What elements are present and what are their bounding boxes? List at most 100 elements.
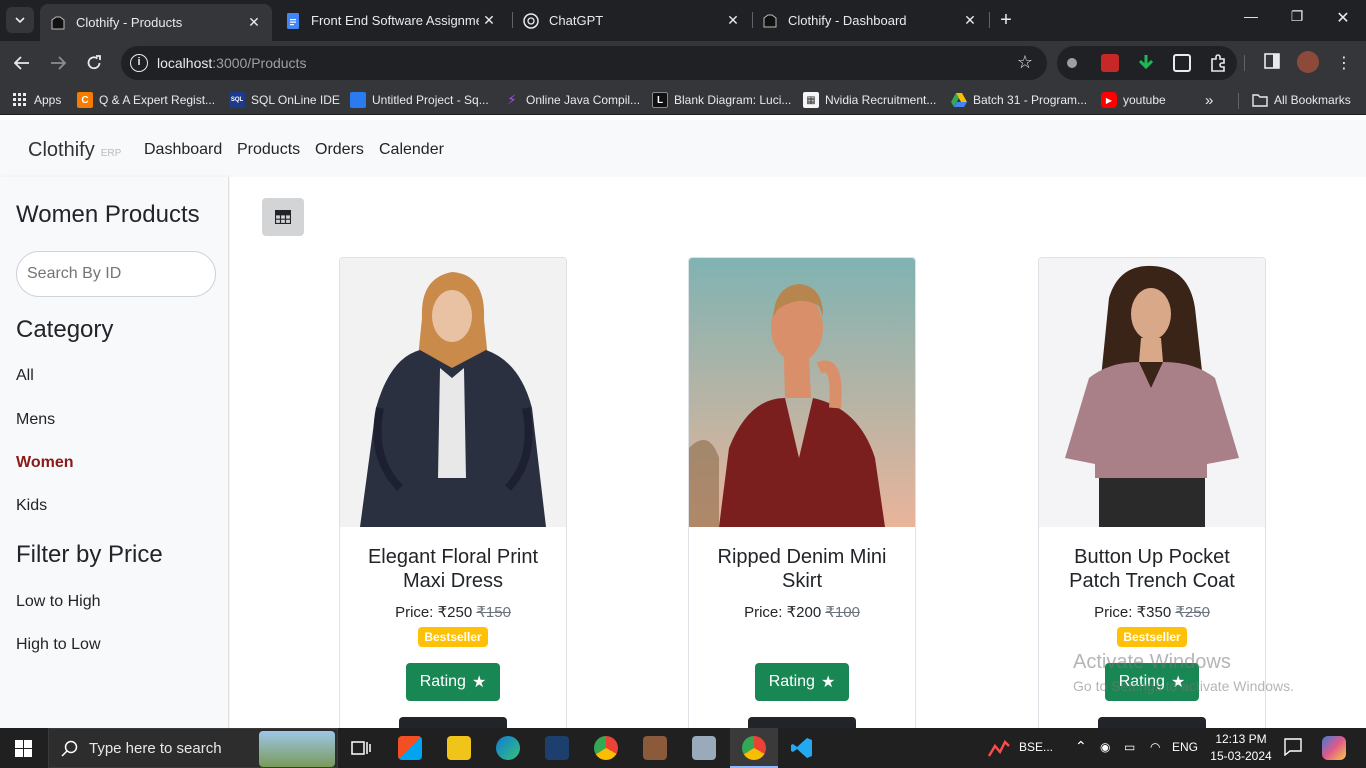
price-low-to-high[interactable]: Low to High xyxy=(16,593,101,611)
card-action-button[interactable] xyxy=(1098,717,1206,728)
media-icon[interactable] xyxy=(1173,54,1191,72)
windows-start-icon[interactable] xyxy=(15,740,32,762)
nav-dashboard[interactable]: Dashboard xyxy=(144,141,222,159)
matlab-icon[interactable] xyxy=(545,736,569,760)
language-indicator[interactable]: ENG xyxy=(1172,740,1198,754)
back-button[interactable] xyxy=(10,51,34,75)
close-tab-icon[interactable]: ✕ xyxy=(723,11,743,31)
forward-button[interactable] xyxy=(46,51,70,75)
profile-avatar[interactable] xyxy=(1297,51,1319,73)
stock-ticker[interactable]: BSE... xyxy=(1019,740,1053,754)
grid-view-button[interactable] xyxy=(262,198,304,236)
rating-label: Rating xyxy=(768,673,815,690)
all-bookmarks[interactable]: All Bookmarks xyxy=(1252,92,1351,108)
more-menu-icon[interactable]: ⋮ xyxy=(1334,53,1354,73)
table-grid-icon xyxy=(275,210,291,224)
nav-products[interactable]: Products xyxy=(237,141,300,159)
clothify-favicon-icon xyxy=(50,15,66,31)
nav-calender[interactable]: Calender xyxy=(379,141,444,159)
url-text[interactable]: localhost:3000/Products xyxy=(157,55,306,71)
extensions-puzzle-icon[interactable] xyxy=(1209,54,1227,72)
side-panel-icon[interactable] xyxy=(1262,53,1282,73)
reload-button[interactable] xyxy=(82,51,106,75)
rating-button[interactable]: Rating ★ xyxy=(755,663,849,701)
bookmark-java-compiler[interactable]: ⚡ Online Java Compil... xyxy=(504,92,640,108)
price-current: Price: ₹350 xyxy=(1094,604,1172,621)
arrow-left-icon xyxy=(14,56,29,70)
extension-red-icon[interactable] xyxy=(1101,54,1119,72)
bookmark-label: Online Java Compil... xyxy=(526,93,641,107)
address-bar[interactable]: i localhost:3000/Products ☆ xyxy=(121,46,1047,80)
apps-grid-icon xyxy=(12,92,28,108)
category-women[interactable]: Women xyxy=(16,454,73,472)
copilot-icon[interactable] xyxy=(1322,736,1346,760)
brand-logo[interactable]: Clothify ERP xyxy=(28,139,121,162)
game-app-icon[interactable] xyxy=(643,736,667,760)
notification-icon[interactable] xyxy=(1284,738,1302,759)
bookmark-qa-expert[interactable]: C Q & A Expert Regist... xyxy=(77,92,215,108)
minimize-button[interactable]: — xyxy=(1236,8,1266,24)
product-name: Elegant Floral Print Maxi Dress xyxy=(367,546,539,592)
extension-dot-icon[interactable] xyxy=(1067,58,1077,68)
tab-clothify-products[interactable]: Clothify - Products ✕ xyxy=(40,4,272,41)
bookmark-untitled-project[interactable]: Untitled Project - Sq... xyxy=(350,92,489,108)
bookmark-apps[interactable]: Apps xyxy=(12,92,61,108)
more-bookmarks-chevron-icon[interactable]: » xyxy=(1205,92,1213,109)
restore-button[interactable]: ❐ xyxy=(1282,8,1312,25)
close-tab-icon[interactable]: ✕ xyxy=(244,13,264,33)
tab-search-button[interactable] xyxy=(6,7,34,33)
download-icon[interactable] xyxy=(1137,54,1155,72)
taskbar-search[interactable]: Type here to search xyxy=(48,728,338,768)
product-card[interactable]: Ripped Denim Mini Skirt Price: ₹200 ₹100… xyxy=(688,257,916,728)
category-kids[interactable]: Kids xyxy=(16,497,47,515)
task-view-icon[interactable] xyxy=(349,736,373,760)
close-tab-icon[interactable]: ✕ xyxy=(479,11,499,31)
wifi-icon[interactable]: ◠ xyxy=(1150,740,1160,754)
tab-front-end-assignment[interactable]: Front End Software Assignment ✕ xyxy=(275,0,507,41)
microsoft-store-icon[interactable] xyxy=(398,736,422,760)
bookmark-nvidia[interactable]: ▦ Nvidia Recruitment... xyxy=(803,92,936,108)
close-tab-icon[interactable]: ✕ xyxy=(960,11,980,31)
url-host: localhost xyxy=(157,55,213,71)
product-price: Price: ₹250 ₹150 xyxy=(340,603,566,621)
chrome-active-taskbar[interactable] xyxy=(730,728,778,768)
bookmark-sql-online[interactable]: SQL SQL OnLine IDE xyxy=(229,92,340,108)
close-window-button[interactable]: ✕ xyxy=(1328,8,1358,28)
price-current: Price: ₹200 xyxy=(744,604,822,621)
tab-chatgpt[interactable]: ChatGPT ✕ xyxy=(513,0,751,41)
chevron-up-icon[interactable]: ⌃ xyxy=(1075,738,1087,755)
bookmark-star-icon[interactable]: ☆ xyxy=(1017,52,1033,73)
product-card[interactable]: Elegant Floral Print Maxi Dress Price: ₹… xyxy=(339,257,567,728)
sidebar: Women Products Category All Mens Women K… xyxy=(0,177,229,728)
page-title: Women Products xyxy=(16,201,200,228)
rating-button[interactable]: Rating ★ xyxy=(406,663,500,701)
bookmark-youtube[interactable]: ▶ youtube xyxy=(1101,92,1166,108)
photos-app-icon[interactable] xyxy=(692,736,716,760)
price-high-to-low[interactable]: High to Low xyxy=(16,636,101,654)
stock-chart-icon[interactable] xyxy=(987,736,1011,760)
bookmark-label: Q & A Expert Regist... xyxy=(99,93,216,107)
clock-date: 15-03-2024 xyxy=(1210,749,1272,763)
tab-separator xyxy=(989,12,990,28)
nav-orders[interactable]: Orders xyxy=(315,141,364,159)
tab-clothify-dashboard[interactable]: Clothify - Dashboard ✕ xyxy=(752,0,988,41)
bookmark-label: Apps xyxy=(34,93,62,107)
site-info-icon[interactable]: i xyxy=(130,54,148,72)
search-input[interactable] xyxy=(16,251,216,297)
file-explorer-icon[interactable] xyxy=(447,736,471,760)
card-action-button[interactable] xyxy=(748,717,856,728)
chrome-icon[interactable] xyxy=(594,736,618,760)
category-mens[interactable]: Mens xyxy=(16,411,55,429)
card-action-button[interactable] xyxy=(399,717,507,728)
drive-icon xyxy=(951,92,967,108)
bolt-icon: ⚡ xyxy=(507,92,517,107)
new-tab-button[interactable]: + xyxy=(996,10,1016,30)
category-all[interactable]: All xyxy=(16,367,34,385)
vscode-icon[interactable] xyxy=(790,736,814,760)
bookmark-lucid[interactable]: L Blank Diagram: Luci... xyxy=(652,92,791,108)
edge-icon[interactable] xyxy=(496,736,520,760)
battery-icon[interactable]: ▭ xyxy=(1124,740,1135,754)
bookmark-batch31[interactable]: Batch 31 - Program... xyxy=(951,92,1087,108)
clock[interactable]: 12:13 PM 15-03-2024 xyxy=(1210,731,1272,765)
camera-icon[interactable]: ◉ xyxy=(1100,740,1110,754)
